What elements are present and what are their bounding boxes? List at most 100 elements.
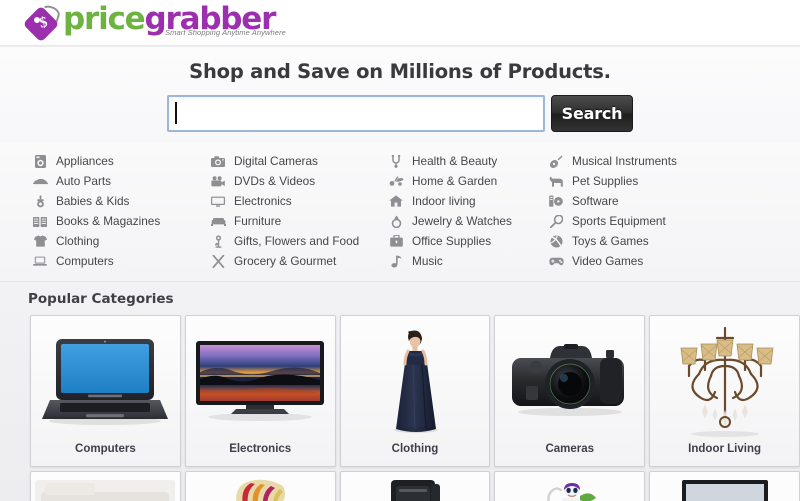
category-link-digital-cameras[interactable]: Digital Cameras xyxy=(210,151,388,171)
popular-category-card-electronics[interactable]: Electronics xyxy=(184,315,336,467)
category-link-label: Furniture xyxy=(234,214,282,228)
washer-icon xyxy=(32,154,48,168)
category-link-label: Gifts, Flowers and Food xyxy=(234,234,360,248)
monitor-icon xyxy=(210,194,226,208)
category-links-section: Appliances Digital Cameras Health & Beauty… xyxy=(0,142,800,281)
category-link-electronics[interactable]: Electronics xyxy=(210,191,388,211)
category-link-office-supplies[interactable]: Office Supplies xyxy=(388,231,548,251)
category-link-babies-kids[interactable]: Babies & Kids xyxy=(32,191,210,211)
category-link-label: Grocery & Gourmet xyxy=(234,254,337,268)
software-box-icon xyxy=(548,194,564,208)
house-icon xyxy=(388,194,404,208)
category-link-label: Jewelry & Watches xyxy=(412,214,512,228)
popular-category-card-row2-4[interactable] xyxy=(494,471,646,501)
category-link-label: Office Supplies xyxy=(412,234,492,248)
category-link-pet-supplies[interactable]: Pet Supplies xyxy=(548,171,758,191)
price-tag-icon: $ xyxy=(22,3,62,43)
search-row: Search xyxy=(0,95,800,132)
page-title: Shop and Save on Millions of Products. xyxy=(189,60,611,83)
category-link-music[interactable]: Music xyxy=(388,251,548,271)
dslr-camera-photo xyxy=(495,316,644,443)
category-link-indoor-living[interactable]: Indoor living xyxy=(388,191,548,211)
striped-pillow-photo xyxy=(231,478,289,501)
text-caret xyxy=(175,102,177,124)
category-link-software[interactable]: Software xyxy=(548,191,758,211)
popular-category-card-label: Indoor Living xyxy=(688,443,761,455)
pacifier-icon xyxy=(32,194,48,208)
lawnmower-icon xyxy=(388,174,404,188)
popular-category-card-clothing[interactable]: Clothing xyxy=(339,315,491,467)
dog-icon xyxy=(548,174,564,188)
category-link-musical-instruments[interactable]: Musical Instruments xyxy=(548,151,758,171)
category-link-health-beauty[interactable]: Health & Beauty xyxy=(388,151,548,171)
popular-category-card-row2-3[interactable] xyxy=(339,471,491,501)
popular-category-card-indoor-living[interactable]: Indoor Living xyxy=(649,315,800,467)
category-link-label: Pet Supplies xyxy=(572,174,639,188)
guitar-icon xyxy=(548,154,564,168)
evening-dress-photo xyxy=(341,316,490,443)
popular-category-card-label: Cameras xyxy=(545,443,595,455)
popular-category-card-label: Computers xyxy=(75,443,136,455)
popular-categories-row-2 xyxy=(0,471,800,501)
laptop-photo xyxy=(31,316,180,443)
search-input-wrapper xyxy=(167,95,545,132)
popular-category-card-cameras[interactable]: Cameras xyxy=(494,315,646,467)
category-link-label: DVDs & Videos xyxy=(234,174,316,188)
category-link-auto-parts[interactable]: Auto Parts xyxy=(32,171,210,191)
popular-categories-section: Popular Categories Computers Electronics xyxy=(0,281,800,501)
pricegrabber-homepage: $ pricegrabber Smart Shopping Anytime An… xyxy=(0,0,800,501)
category-link-label: Sports Equipment xyxy=(572,214,666,228)
category-link-clothing[interactable]: Clothing xyxy=(32,231,210,251)
camera-icon xyxy=(210,154,226,168)
category-link-label: Electronics xyxy=(234,194,292,208)
category-link-label: Digital Cameras xyxy=(234,154,318,168)
search-button[interactable]: Search xyxy=(551,95,633,132)
category-link-computers[interactable]: Computers xyxy=(32,251,210,271)
logo-tagline: Smart Shopping Anytime Anywhere xyxy=(165,28,286,37)
category-link-label: Babies & Kids xyxy=(56,194,130,208)
category-link-label: Software xyxy=(572,194,619,208)
category-link-label: Clothing xyxy=(56,234,100,248)
category-link-dvds-videos[interactable]: DVDs & Videos xyxy=(210,171,388,191)
popular-category-card-row2-2[interactable] xyxy=(184,471,336,501)
category-link-furniture[interactable]: Furniture xyxy=(210,211,388,231)
ring-icon xyxy=(388,214,404,228)
popular-category-card-row2-5[interactable] xyxy=(649,471,800,501)
category-link-sports-equipment[interactable]: Sports Equipment xyxy=(548,211,758,231)
popular-category-card-row2-1[interactable] xyxy=(30,471,181,501)
category-link-grocery-gourmet[interactable]: Grocery & Gourmet xyxy=(210,251,388,271)
popular-category-card-label: Clothing xyxy=(391,443,439,455)
film-camera-icon xyxy=(210,174,226,188)
racket-icon xyxy=(548,214,564,228)
category-link-appliances[interactable]: Appliances xyxy=(32,151,210,171)
category-link-label: Computers xyxy=(56,254,114,268)
category-link-label: Health & Beauty xyxy=(412,154,498,168)
category-link-toys-games[interactable]: Toys & Games xyxy=(548,231,758,251)
category-link-jewelry-watches[interactable]: Jewelry & Watches xyxy=(388,211,548,231)
ball-icon xyxy=(548,234,564,248)
category-link-label: Indoor living xyxy=(412,194,476,208)
popular-category-card-computers[interactable]: Computers xyxy=(30,315,181,467)
category-link-books-magazines[interactable]: Books & Magazines xyxy=(32,211,210,231)
chandelier-photo xyxy=(650,316,799,443)
buzz-lightyear-toy-photo xyxy=(535,478,605,501)
category-link-label: Music xyxy=(412,254,443,268)
category-link-label: Musical Instruments xyxy=(572,154,677,168)
flower-icon xyxy=(210,234,226,248)
popular-category-card-label: Electronics xyxy=(229,443,292,455)
category-link-gifts-flowers-and-food[interactable]: Gifts, Flowers and Food xyxy=(210,231,388,251)
coffee-maker-photo xyxy=(387,478,443,501)
briefcase-icon xyxy=(388,234,404,248)
popular-categories-title: Popular Categories xyxy=(28,291,174,307)
site-header: $ pricegrabber Smart Shopping Anytime An… xyxy=(0,0,800,46)
category-link-video-games[interactable]: Video Games xyxy=(548,251,758,271)
pricegrabber-logo[interactable]: $ pricegrabber xyxy=(22,1,276,44)
category-link-label: Books & Magazines xyxy=(56,214,161,228)
logo-word-price: price xyxy=(63,1,146,37)
category-link-home-garden[interactable]: Home & Garden xyxy=(388,171,548,191)
sofa-photo xyxy=(35,478,176,501)
search-input[interactable] xyxy=(167,95,545,132)
category-link-label: Toys & Games xyxy=(572,234,649,248)
category-link-label: Auto Parts xyxy=(56,174,112,188)
hero-search-section: Shop and Save on Millions of Products. S… xyxy=(0,46,800,142)
